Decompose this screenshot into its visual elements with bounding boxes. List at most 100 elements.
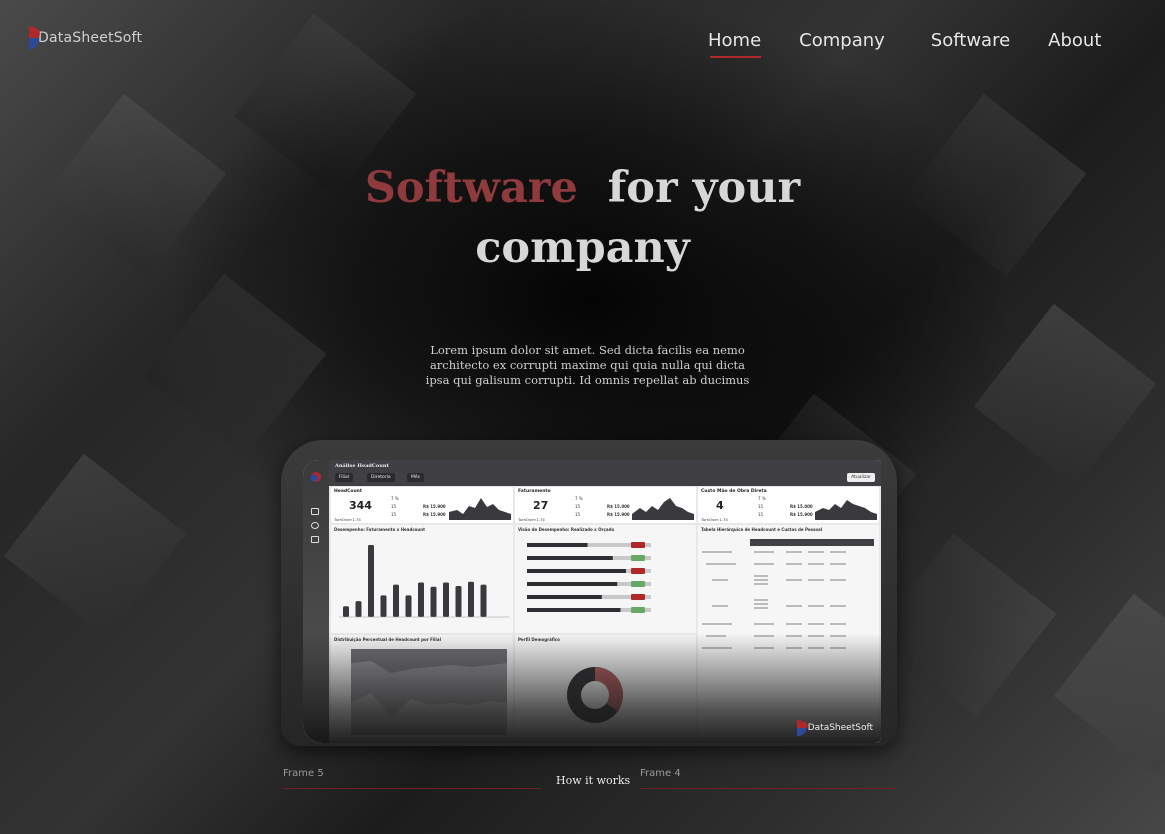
hero-description: Lorem ipsum dolor sit amet. Sed dicta fa…: [0, 343, 1165, 387]
panel-title: Desempenho: Faturamento x Headcount: [334, 527, 426, 532]
kpi-card: HeadCount 344 7 % 15 15 R$ 15.900 R$ 15.…: [331, 487, 513, 523]
grid-icon[interactable]: [311, 508, 319, 515]
hbar: [527, 595, 602, 599]
filter-mes[interactable]: Mês: [407, 473, 424, 482]
panel-hbar: Visão de Desempenho: Realizado x Orçado: [515, 525, 696, 633]
kpi-pct: 7 %: [391, 496, 399, 501]
device-mockup: Análise HeadCount Filial Diretoria Mês A…: [281, 440, 897, 746]
how-it-works-link[interactable]: How it works: [556, 774, 630, 787]
kpi-pct: 7 %: [575, 496, 583, 501]
kpi-count: 15: [758, 504, 764, 509]
hbar-badge: [631, 607, 645, 613]
nav-home[interactable]: Home: [708, 30, 762, 58]
hero-title-line2: company: [475, 223, 690, 273]
hero-title-line1: for your: [607, 163, 801, 213]
sparkline: [449, 498, 511, 520]
kpi-money: R$ 15.900: [607, 512, 630, 517]
hbar-badge: [631, 594, 645, 600]
app-logo-icon: [310, 472, 321, 482]
bg-tile: [873, 533, 1057, 717]
kpi-title: HeadCount: [334, 489, 363, 494]
kpi-sub: TurnOver:1.74: [701, 517, 728, 522]
filter-filial[interactable]: Filial: [335, 473, 354, 482]
frame-left-bar: Frame 5: [283, 765, 541, 789]
bar: [455, 586, 462, 617]
kpi-money: R$ 15.000: [607, 504, 630, 509]
panel-title: Perfil Demográfico: [518, 637, 560, 642]
kpi-sub: TurnOver:1.74: [334, 517, 361, 522]
kpi-value: 4: [716, 499, 724, 512]
panel-table: Tabela Hierárquica de Headcount e Custos…: [698, 525, 879, 743]
logo[interactable]: DataSheetSoft: [26, 24, 142, 52]
kpi-card: Custo Mão de Obra Direta 4 7 % 15 15 R$ …: [698, 487, 879, 523]
filter-diretoria[interactable]: Diretoria: [367, 473, 395, 482]
bar: [368, 545, 374, 617]
watermark-text: DataSheetSoft: [807, 723, 873, 733]
hbar-chart: [527, 542, 651, 613]
dashboard-screenshot: Análise HeadCount Filial Diretoria Mês A…: [303, 460, 881, 743]
kpi-money: R$ 15.900: [423, 504, 446, 509]
kpi-pct: 7 %: [758, 496, 766, 501]
donut-hole: [581, 681, 609, 709]
logo-text: DataSheetSoft: [38, 30, 143, 46]
panel-title: Tabela Hierárquica de Headcount e Custos…: [701, 527, 823, 532]
panel-title: Distribuição Percentual de Headcount por…: [334, 637, 441, 642]
hero-title: Software for your company: [0, 158, 1165, 278]
nav-company[interactable]: Company: [799, 30, 885, 55]
kpi-value: 344: [349, 499, 372, 512]
app-title: Análise HeadCount: [335, 463, 389, 469]
kpi-title: Faturamento: [518, 489, 551, 494]
bar: [380, 595, 387, 617]
nav-software[interactable]: Software: [931, 30, 1010, 55]
kpi-count: 15: [575, 504, 581, 509]
kpi-count: 15: [575, 512, 581, 517]
app-sidebar: [303, 460, 329, 743]
frame-right-bar: Frame 4: [640, 765, 898, 789]
frame-left-label: Frame 5: [283, 768, 324, 779]
kpi-count: 15: [758, 512, 764, 517]
hbar-badge: [631, 555, 645, 561]
kpi-value: 27: [533, 499, 549, 512]
panel-area: Distribuição Percentual de Headcount por…: [331, 635, 513, 743]
update-button[interactable]: Atualizar: [847, 473, 875, 482]
sparkline: [815, 500, 877, 520]
donut-chart: [567, 667, 623, 723]
hbar-badge: [631, 581, 645, 587]
hbar: [527, 582, 618, 586]
hbar: [527, 608, 621, 612]
kpi-money: R$ 15.900: [423, 512, 446, 517]
hbar: [527, 569, 626, 573]
main-nav: Home Company Software About: [708, 30, 1101, 58]
sparkline: [632, 498, 694, 520]
logo-icon: [29, 26, 40, 50]
nav-about[interactable]: About: [1048, 30, 1101, 55]
panel-performance: Desempenho: Faturamento x Headcount: [331, 525, 513, 633]
frame-right-label: Frame 4: [640, 768, 681, 779]
bg-tile: [1053, 593, 1165, 777]
table-icon[interactable]: [311, 536, 319, 543]
gear-icon[interactable]: [311, 522, 319, 529]
bar: [343, 606, 349, 617]
hbar-badge: [631, 568, 645, 574]
bar: [393, 584, 399, 617]
bar: [430, 586, 437, 617]
kpi-money: R$ 15.000: [790, 504, 813, 509]
panel-donut: Perfil Demográfico: [515, 635, 696, 743]
area-chart: [351, 649, 507, 735]
bar: [405, 595, 412, 617]
hero-description-line: ipsa qui galisum corrupti. Id omnis repe…: [425, 372, 750, 387]
bar: [355, 601, 362, 617]
bar: [468, 581, 474, 617]
bar: [418, 582, 424, 617]
bar-chart: [339, 545, 509, 618]
panel-title: Visão de Desempenho: Realizado x Orçado: [518, 527, 615, 532]
kpi-card: Faturamento 27 7 % 15 15 R$ 15.000 R$ 15…: [515, 487, 696, 523]
kpi-sub: TurnOver:1.74: [518, 517, 545, 522]
hbar: [527, 543, 588, 547]
bg-tile: [973, 303, 1157, 487]
hero-description-line: architecto ex corrupti maxime qui quia n…: [429, 357, 746, 372]
kpi-count: 15: [391, 504, 397, 509]
kpi-title: Custo Mão de Obra Direta: [701, 489, 767, 494]
hero-description-line: Lorem ipsum dolor sit amet. Sed dicta fa…: [430, 343, 745, 357]
dashboard-watermark: DataSheetSoft: [794, 719, 873, 737]
